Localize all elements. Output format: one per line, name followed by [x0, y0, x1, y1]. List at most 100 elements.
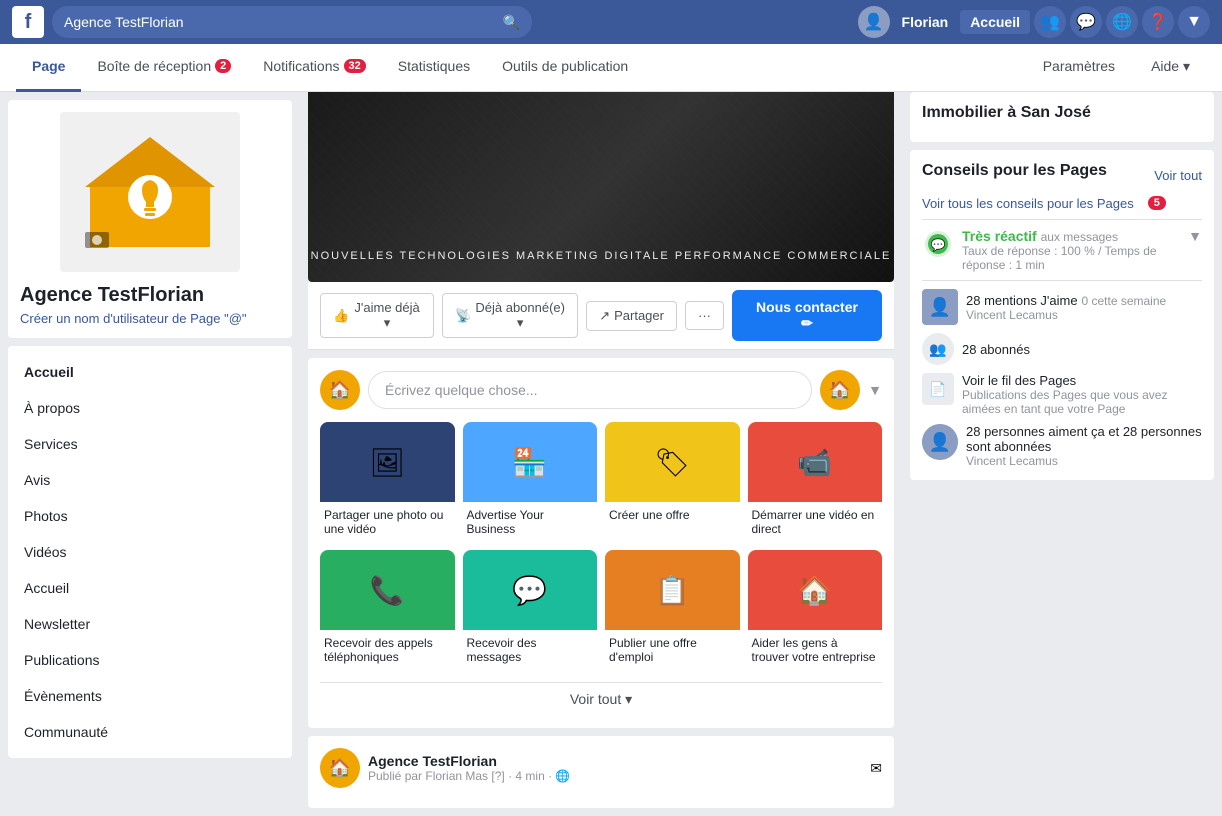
tab-statistiques[interactable]: Statistiques: [382, 44, 486, 92]
search-bar[interactable]: 🔍: [52, 6, 532, 38]
page-name: Agence TestFlorian: [20, 284, 280, 307]
sidebar-item-evenements[interactable]: Évènements: [8, 678, 292, 714]
action-card-label-offre: Créer une offre: [605, 502, 740, 528]
reactif-chevron-icon[interactable]: ▼: [1188, 228, 1202, 244]
center-content: NOUVELLES TECHNOLOGIES MARKETING DIGITAL…: [300, 92, 902, 816]
action-card-label-emploi: Publier une offre d'emploi: [605, 630, 740, 670]
mentions-user: Vincent Lecamus: [966, 308, 1166, 322]
sidebar-item-services[interactable]: Services: [8, 426, 292, 462]
sidebar-item-videos[interactable]: Vidéos: [8, 534, 292, 570]
post-chevron-icon[interactable]: ▼: [868, 382, 882, 398]
conseils-badge: 5: [1148, 196, 1166, 210]
notifications-badge: 32: [344, 59, 366, 73]
sidebar-item-accueil[interactable]: Accueil: [8, 354, 292, 390]
page-username-link[interactable]: Créer un nom d'utilisateur de Page "@": [20, 311, 280, 326]
more-button[interactable]: ···: [685, 301, 724, 330]
immobilier-card: Immobilier à San José: [910, 92, 1214, 142]
voir-fil-sub: Publications des Pages que vous avez aim…: [962, 388, 1202, 416]
sidebar-item-photos[interactable]: Photos: [8, 498, 292, 534]
post-actions-right: ✉: [870, 760, 882, 777]
accueil-button[interactable]: Accueil: [960, 10, 1030, 34]
action-card-img-appels: 📞: [320, 550, 455, 630]
post-icon-button[interactable]: 🏠: [820, 370, 860, 410]
immobilier-title: Immobilier à San José: [922, 104, 1202, 122]
post-input[interactable]: Écrivez quelque chose...: [368, 371, 812, 409]
abonne-button[interactable]: 📡 Déjà abonné(e) ▾: [442, 293, 578, 338]
voir-tous-conseils-link[interactable]: Voir tous les conseils pour les Pages: [922, 196, 1134, 211]
abonnes-row: 👥 28 abonnés: [922, 333, 1202, 365]
reactif-sub-text: aux messages: [1041, 230, 1118, 244]
partager-button[interactable]: ↗ Partager: [586, 301, 677, 331]
like-icon: 👍: [333, 308, 349, 324]
jaime-button[interactable]: 👍 J'aime déjà ▾: [320, 293, 434, 338]
sidebar-item-communaute[interactable]: Communauté: [8, 714, 292, 750]
more-icon: ···: [698, 308, 711, 323]
taux-label: Taux de réponse : 100 % / Temps de répon…: [962, 244, 1180, 272]
action-card-photo[interactable]: 🖼 Partager une photo ou une vidéo: [320, 422, 455, 542]
personnes-user: Vincent Lecamus: [966, 454, 1202, 468]
sidebar-item-apropos[interactable]: À propos: [8, 390, 292, 426]
action-card-offre[interactable]: 🏷 Créer une offre: [605, 422, 740, 542]
voir-tout-conseils-link[interactable]: Voir tout: [1154, 168, 1202, 183]
voir-tout-button[interactable]: Voir tout ▾: [320, 682, 882, 716]
tab-inbox[interactable]: Boîte de réception 2: [81, 44, 247, 92]
personnes-row: 👤 28 personnes aiment ça et 28 personnes…: [922, 424, 1202, 468]
personnes-label: 28 personnes aiment ça et 28 personnes s…: [966, 424, 1202, 454]
action-card-label-video: Démarrer une vidéo en direct: [748, 502, 883, 542]
post-more-icon[interactable]: ✉: [870, 760, 882, 776]
sidebar-item-newsletter[interactable]: Newsletter: [8, 606, 292, 642]
action-card-entreprise[interactable]: 🏠 Aider les gens à trouver votre entrepr…: [748, 550, 883, 670]
abonnes-icon: 👥: [922, 333, 954, 365]
action-card-video[interactable]: 📹 Démarrer une vidéo en direct: [748, 422, 883, 542]
sidebar-item-avis[interactable]: Avis: [8, 462, 292, 498]
search-input[interactable]: [64, 14, 499, 30]
top-navigation: f 🔍 👤 Florian Accueil 👥 💬 🌐 ❓ ▼: [0, 0, 1222, 44]
conseils-card: Conseils pour les Pages Voir tout Voir t…: [910, 150, 1214, 480]
user-name: Florian: [902, 14, 949, 30]
fil-icon: 📄: [922, 373, 954, 405]
home-icon: 🏠: [829, 380, 851, 401]
action-card-img-offre: 🏷: [605, 422, 740, 502]
tab-outils-publication[interactable]: Outils de publication: [486, 44, 644, 92]
action-card-label-messages: Recevoir des messages: [463, 630, 598, 670]
mentions-count: 28 mentions J'aime: [966, 293, 1078, 308]
action-card-messages[interactable]: 💬 Recevoir des messages: [463, 550, 598, 670]
friends-icon[interactable]: 👥: [1034, 6, 1066, 38]
action-card-img-emploi: 📋: [605, 550, 740, 630]
tab-notifications[interactable]: Notifications 32: [247, 44, 382, 92]
chevron-down-icon[interactable]: ▼: [1178, 6, 1210, 38]
sidebar-item-publications[interactable]: Publications: [8, 642, 292, 678]
action-card-label-appels: Recevoir des appels téléphoniques: [320, 630, 455, 670]
page-avatar-image: [60, 112, 240, 272]
svg-text:💬: 💬: [931, 238, 946, 252]
personnes-info: 28 personnes aiment ça et 28 personnes s…: [966, 424, 1202, 468]
action-card-img-video: 📹: [748, 422, 883, 502]
mentions-sub-text: 0 cette semaine: [1081, 294, 1166, 308]
mentions-info: 28 mentions J'aime 0 cette semaine Vince…: [966, 292, 1166, 322]
aide-link[interactable]: Aide ▾: [1135, 44, 1206, 92]
globe-icon[interactable]: 🌐: [1106, 6, 1138, 38]
avatar: 👤: [858, 6, 890, 38]
action-card-advertise[interactable]: 🏪 Advertise Your Business: [463, 422, 598, 542]
left-sidebar: Agence TestFlorian Créer un nom d'utilis…: [0, 92, 300, 816]
tab-page[interactable]: Page: [16, 44, 81, 92]
voir-fil-row: 📄 Voir le fil des Pages Publications des…: [922, 373, 1202, 416]
sidebar-item-accueil2[interactable]: Accueil: [8, 570, 292, 606]
contact-button[interactable]: Nous contacter ✏: [732, 290, 882, 341]
help-icon[interactable]: ❓: [1142, 6, 1174, 38]
mentions-row: 👤 28 mentions J'aime 0 cette semaine Vin…: [922, 289, 1202, 325]
post-create-area: 🏠 Écrivez quelque chose... 🏠 ▼ 🖼 Partage…: [308, 358, 894, 728]
action-card-img-advertise: 🏪: [463, 422, 598, 502]
reactif-row: 💬 Très réactif aux messages Taux de répo…: [922, 228, 1202, 272]
right-sidebar: Immobilier à San José Conseils pour les …: [902, 92, 1222, 816]
parametres-link[interactable]: Paramètres: [1027, 44, 1131, 92]
post-create-row: 🏠 Écrivez quelque chose... 🏠 ▼: [320, 370, 882, 410]
conseils-title: Conseils pour les Pages: [922, 162, 1107, 180]
messenger-icon[interactable]: 💬: [1070, 6, 1102, 38]
page-navigation: Page Boîte de réception 2 Notifications …: [0, 44, 1222, 92]
cover-photo: NOUVELLES TECHNOLOGIES MARKETING DIGITAL…: [308, 92, 894, 282]
action-grid: 🖼 Partager une photo ou une vidéo 🏪 Adve…: [320, 422, 882, 670]
action-card-appels[interactable]: 📞 Recevoir des appels téléphoniques: [320, 550, 455, 670]
action-card-emploi[interactable]: 📋 Publier une offre d'emploi: [605, 550, 740, 670]
page-avatar-card: Agence TestFlorian Créer un nom d'utilis…: [8, 100, 292, 338]
